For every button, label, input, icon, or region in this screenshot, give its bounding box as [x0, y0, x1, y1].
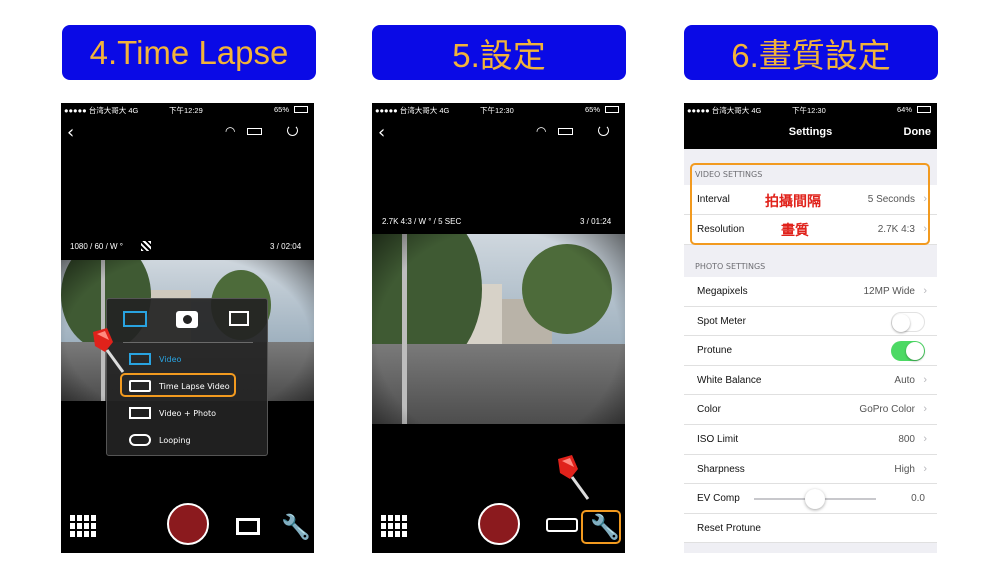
- chevron-right-icon: ›: [923, 373, 927, 386]
- chevron-right-icon: ›: [923, 433, 927, 445]
- back-chevron-icon[interactable]: ‹: [67, 122, 74, 143]
- protune-row: Protune: [684, 336, 937, 366]
- white-balance-row[interactable]: White Balance Auto ›: [684, 365, 937, 396]
- video-mode-icon[interactable]: [123, 311, 147, 327]
- video-photo-icon: [129, 407, 151, 419]
- status-bar: ●●●●● 台湾大哥大 4G 下午12:29 65%: [61, 103, 314, 117]
- protune-toggle[interactable]: [891, 341, 925, 362]
- video-mode-label: 2.7K 4:3 / W ° / 5 SEC: [382, 217, 462, 226]
- row-value: High: [894, 463, 915, 475]
- highlight-video-settings: [690, 163, 930, 245]
- menu-item-video[interactable]: Video: [107, 349, 269, 369]
- photo-settings-header: PHOTO SETTINGS: [695, 262, 766, 271]
- qr-icon: [141, 241, 151, 251]
- row-value: Auto: [894, 374, 915, 386]
- banner-quality: 6.畫質設定: [684, 25, 938, 80]
- highlight-time-lapse: [120, 373, 236, 397]
- row-value: 800: [898, 434, 915, 445]
- wifi-icon: ◠: [536, 124, 547, 138]
- carrier-label: ●●●●● 台湾大哥大 4G: [64, 106, 139, 115]
- row-label: Sharpness: [697, 463, 745, 475]
- menu-divider: [123, 342, 253, 343]
- row-label: Spot Meter: [697, 315, 746, 327]
- shot-counter: 3 / 02:04: [270, 242, 302, 251]
- battery-percent: 65%: [274, 105, 290, 114]
- wrench-icon[interactable]: 🔧: [281, 513, 311, 541]
- settings-screen: ●●●●● 台湾大哥大 4G 下午12:30 64% Settings Done…: [684, 103, 937, 553]
- pushpin-icon: [93, 328, 125, 373]
- carrier-label: ●●●●● 台湾大哥大 4G: [687, 106, 762, 115]
- time-lapse-mode-icon[interactable]: [546, 518, 578, 532]
- row-label: EV Comp: [697, 493, 740, 505]
- done-button[interactable]: Done: [904, 126, 932, 138]
- spot-meter-toggle[interactable]: [891, 311, 925, 332]
- spot-meter-row: Spot Meter: [684, 306, 937, 337]
- looping-icon: [129, 434, 151, 446]
- chevron-right-icon: ›: [923, 462, 927, 475]
- shot-counter: 3 / 01:24: [580, 217, 612, 226]
- battery-icon: [294, 106, 308, 113]
- carrier-label: ●●●●● 台湾大哥大 4G: [375, 106, 450, 115]
- phone-screen-time-lapse: ●●●●● 台湾大哥大 4G 下午12:29 65% ‹ ◠ 1080 / 60…: [61, 103, 314, 553]
- gallery-icon[interactable]: [381, 515, 407, 537]
- row-label: Color: [697, 404, 721, 416]
- power-icon[interactable]: [598, 125, 609, 136]
- row-value: GoPro Color: [859, 404, 915, 416]
- highlight-settings: [581, 510, 621, 544]
- photo-lens-icon: [183, 315, 192, 324]
- phone-screen-settings: ●●●●● 台湾大哥大 4G 下午12:30 65% ‹ ◠ 2.7K 4:3 …: [372, 103, 625, 553]
- clock-label: 下午12:30: [792, 106, 826, 115]
- settings-header: ●●●●● 台湾大哥大 4G 下午12:30 64% Settings Done: [684, 103, 937, 149]
- video-icon: [129, 353, 151, 365]
- record-button[interactable]: [167, 503, 209, 545]
- multishot-mode-icon[interactable]: [229, 311, 249, 326]
- battery-percent: 65%: [585, 105, 601, 114]
- video-mode-label: 1080 / 60 / W °: [70, 242, 124, 251]
- clock-label: 下午12:29: [169, 106, 203, 115]
- menu-item-label: Looping: [159, 435, 191, 445]
- banner-settings: 5.設定: [372, 25, 626, 80]
- row-label: White Balance: [697, 374, 762, 386]
- camera-battery-icon: [558, 128, 573, 135]
- row-label: ISO Limit: [697, 434, 739, 445]
- battery-percent: 64%: [897, 105, 913, 114]
- ev-comp-slider-thumb[interactable]: [805, 489, 825, 510]
- menu-item-video-photo[interactable]: Video + Photo: [107, 403, 269, 423]
- row-value: 12MP Wide: [863, 286, 915, 297]
- menu-item-looping[interactable]: Looping: [107, 430, 269, 450]
- camera-mode-icon[interactable]: [236, 518, 260, 535]
- megapixels-row[interactable]: Megapixels 12MP Wide ›: [684, 277, 937, 307]
- row-label: Protune: [697, 345, 733, 357]
- battery-icon: [605, 106, 619, 113]
- record-button[interactable]: [478, 503, 520, 545]
- page-title: Settings: [788, 126, 833, 138]
- gallery-icon[interactable]: [70, 515, 96, 537]
- chevron-right-icon: ›: [923, 285, 927, 297]
- sharpness-row[interactable]: Sharpness High ›: [684, 454, 937, 485]
- row-label: Megapixels: [697, 286, 748, 297]
- banner-time-lapse: 4.Time Lapse: [62, 25, 316, 80]
- wifi-icon: ◠: [225, 124, 236, 138]
- menu-item-label: Video: [159, 354, 182, 364]
- row-label: Reset Protune: [697, 522, 761, 534]
- status-bar: ●●●●● 台湾大哥大 4G 下午12:30 65%: [372, 103, 625, 117]
- color-row[interactable]: Color GoPro Color ›: [684, 395, 937, 425]
- clock-label: 下午12:30: [480, 106, 514, 115]
- status-bar: ●●●●● 台湾大哥大 4G 下午12:30 64%: [684, 103, 937, 117]
- menu-item-label: Video + Photo: [159, 408, 217, 418]
- iso-limit-row[interactable]: ISO Limit 800 ›: [684, 425, 937, 455]
- battery-icon: [917, 106, 931, 113]
- reset-protune-row[interactable]: Reset Protune: [684, 513, 937, 544]
- back-chevron-icon[interactable]: ‹: [378, 122, 385, 143]
- power-icon[interactable]: [287, 125, 298, 136]
- chevron-right-icon: ›: [923, 403, 927, 416]
- pushpin-icon: [558, 455, 590, 500]
- camera-preview: [372, 234, 625, 424]
- camera-battery-icon: [247, 128, 262, 135]
- ev-comp-row: EV Comp 0.0: [684, 484, 937, 514]
- row-value: 0.0: [911, 493, 925, 505]
